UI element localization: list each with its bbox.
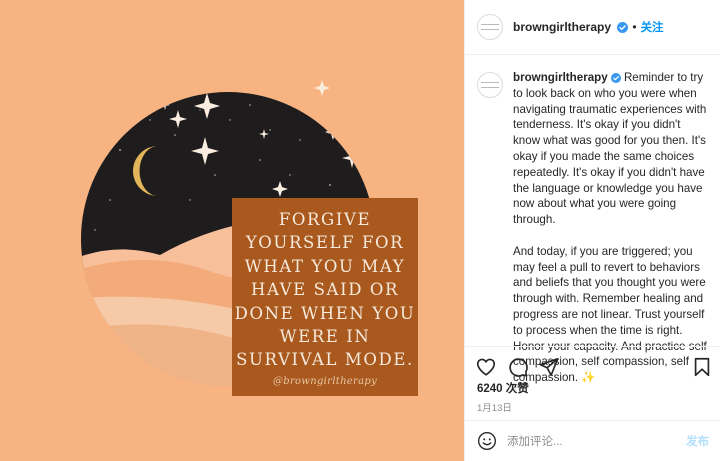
caption-username[interactable]: browngirltherapy <box>513 71 608 84</box>
quote-handle: @browngirltherapy <box>272 375 378 387</box>
bookmark-icon[interactable] <box>691 356 713 378</box>
quote-box: FORGIVE YOURSELF FOR WHAT YOU MAY HAVE S… <box>232 198 418 396</box>
quote-line: WERE IN <box>279 327 371 347</box>
verified-badge-icon <box>617 22 629 33</box>
post-comment-button[interactable]: 发布 <box>686 433 709 449</box>
caption-avatar[interactable] <box>477 72 503 98</box>
post-header: browngirltherapy • 关注 <box>465 0 720 55</box>
quote-line: HAVE SAID OR <box>250 280 400 300</box>
quote-line: FORGIVE <box>278 210 372 229</box>
follow-button[interactable]: 关注 <box>641 19 664 35</box>
username-text[interactable]: browngirltherapy <box>513 20 611 34</box>
comment-input[interactable]: 添加评论... <box>507 433 686 449</box>
heart-icon[interactable] <box>475 356 497 378</box>
quote-line: DONE WHEN YOU <box>234 303 416 323</box>
comment-bar: 添加评论... 发布 <box>465 420 720 461</box>
caption-text: browngirltherapy Reminder to try to look… <box>513 70 709 384</box>
like-count[interactable]: 6240 次赞 <box>477 380 529 396</box>
send-icon[interactable] <box>538 356 560 378</box>
caption-paragraph-1: browngirltherapy Reminder to try to look… <box>513 70 709 228</box>
verified-badge-icon <box>610 73 621 83</box>
post-image[interactable]: FORGIVE YOURSELF FOR WHAT YOU MAY HAVE S… <box>0 0 464 461</box>
avatar[interactable] <box>477 14 503 40</box>
comment-icon[interactable] <box>507 356 529 378</box>
separator-dot: • <box>632 20 637 34</box>
quote-line: YOURSELF FOR <box>245 233 405 253</box>
quote-line: WHAT YOU MAY <box>244 256 406 276</box>
emoji-icon[interactable] <box>477 431 497 451</box>
caption-paragraph-1-text: Reminder to try to look back on who you … <box>513 71 707 227</box>
header-username[interactable]: browngirltherapy <box>513 20 629 34</box>
outer-sparkle <box>314 80 330 96</box>
quote-line: SURVIVAL MODE. <box>236 350 414 370</box>
post-side-panel: browngirltherapy • 关注 browngirltherapy R… <box>464 0 720 461</box>
post-date[interactable]: 1月13日 <box>477 400 512 414</box>
caption-area: browngirltherapy Reminder to try to look… <box>465 56 720 384</box>
